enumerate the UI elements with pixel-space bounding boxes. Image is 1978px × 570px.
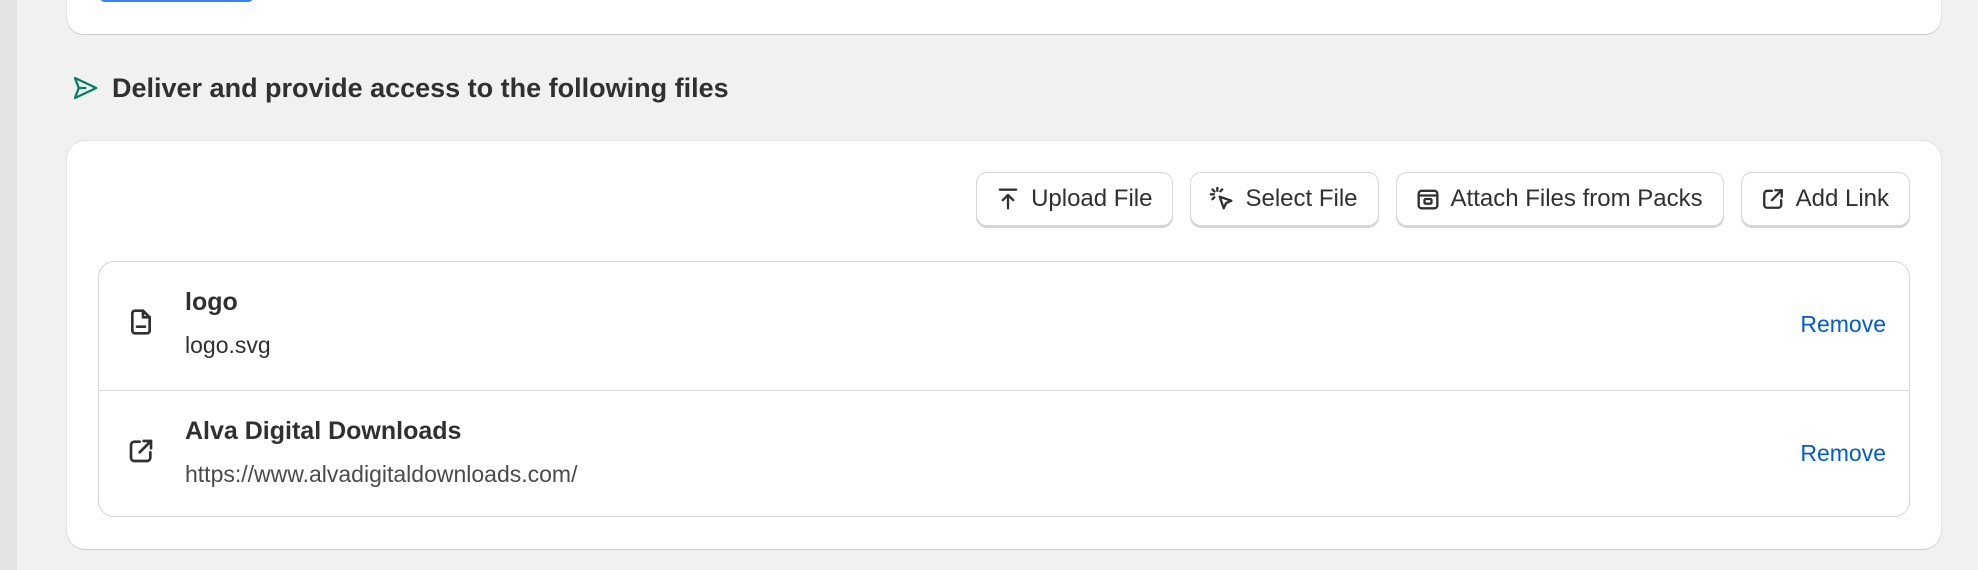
link-name: Alva Digital Downloads — [185, 417, 462, 445]
external-link-icon — [1758, 184, 1788, 214]
send-icon — [70, 73, 100, 103]
files-card: Upload File Select File Attach Files fro… — [67, 141, 1941, 549]
previous-card — [67, 0, 1941, 34]
cursor-click-icon — [1207, 184, 1237, 214]
upload-icon — [993, 184, 1023, 214]
external-link-icon — [125, 435, 157, 467]
archive-box-icon — [1413, 184, 1443, 214]
section-title: Deliver and provide access to the follow… — [112, 72, 729, 103]
file-list: logo logo.svg Remove Alva Digital Downlo… — [98, 261, 1910, 517]
select-file-button[interactable]: Select File — [1190, 172, 1379, 226]
previous-card-primary-button[interactable] — [99, 0, 254, 2]
left-edge-strip — [0, 0, 17, 570]
add-link-label: Add Link — [1795, 185, 1889, 212]
file-name: logo — [185, 288, 238, 316]
attach-files-label: Attach Files from Packs — [1450, 185, 1703, 212]
file-icon — [125, 306, 157, 338]
upload-file-label: Upload File — [1031, 185, 1153, 212]
file-row: Alva Digital Downloads https://www.alvad… — [99, 390, 1909, 516]
add-link-button[interactable]: Add Link — [1740, 172, 1910, 226]
upload-file-button[interactable]: Upload File — [976, 172, 1174, 226]
select-file-label: Select File — [1245, 185, 1358, 212]
file-filename: logo.svg — [185, 332, 271, 358]
file-row: logo logo.svg Remove — [99, 262, 1909, 390]
remove-file-button[interactable]: Remove — [1800, 311, 1886, 338]
file-actions-toolbar: Upload File Select File Attach Files fro… — [976, 172, 1910, 226]
remove-link-button[interactable]: Remove — [1800, 440, 1886, 467]
attach-files-from-packs-button[interactable]: Attach Files from Packs — [1395, 172, 1724, 226]
section-heading: Deliver and provide access to the follow… — [70, 70, 729, 106]
link-url: https://www.alvadigitaldownloads.com/ — [185, 461, 578, 487]
